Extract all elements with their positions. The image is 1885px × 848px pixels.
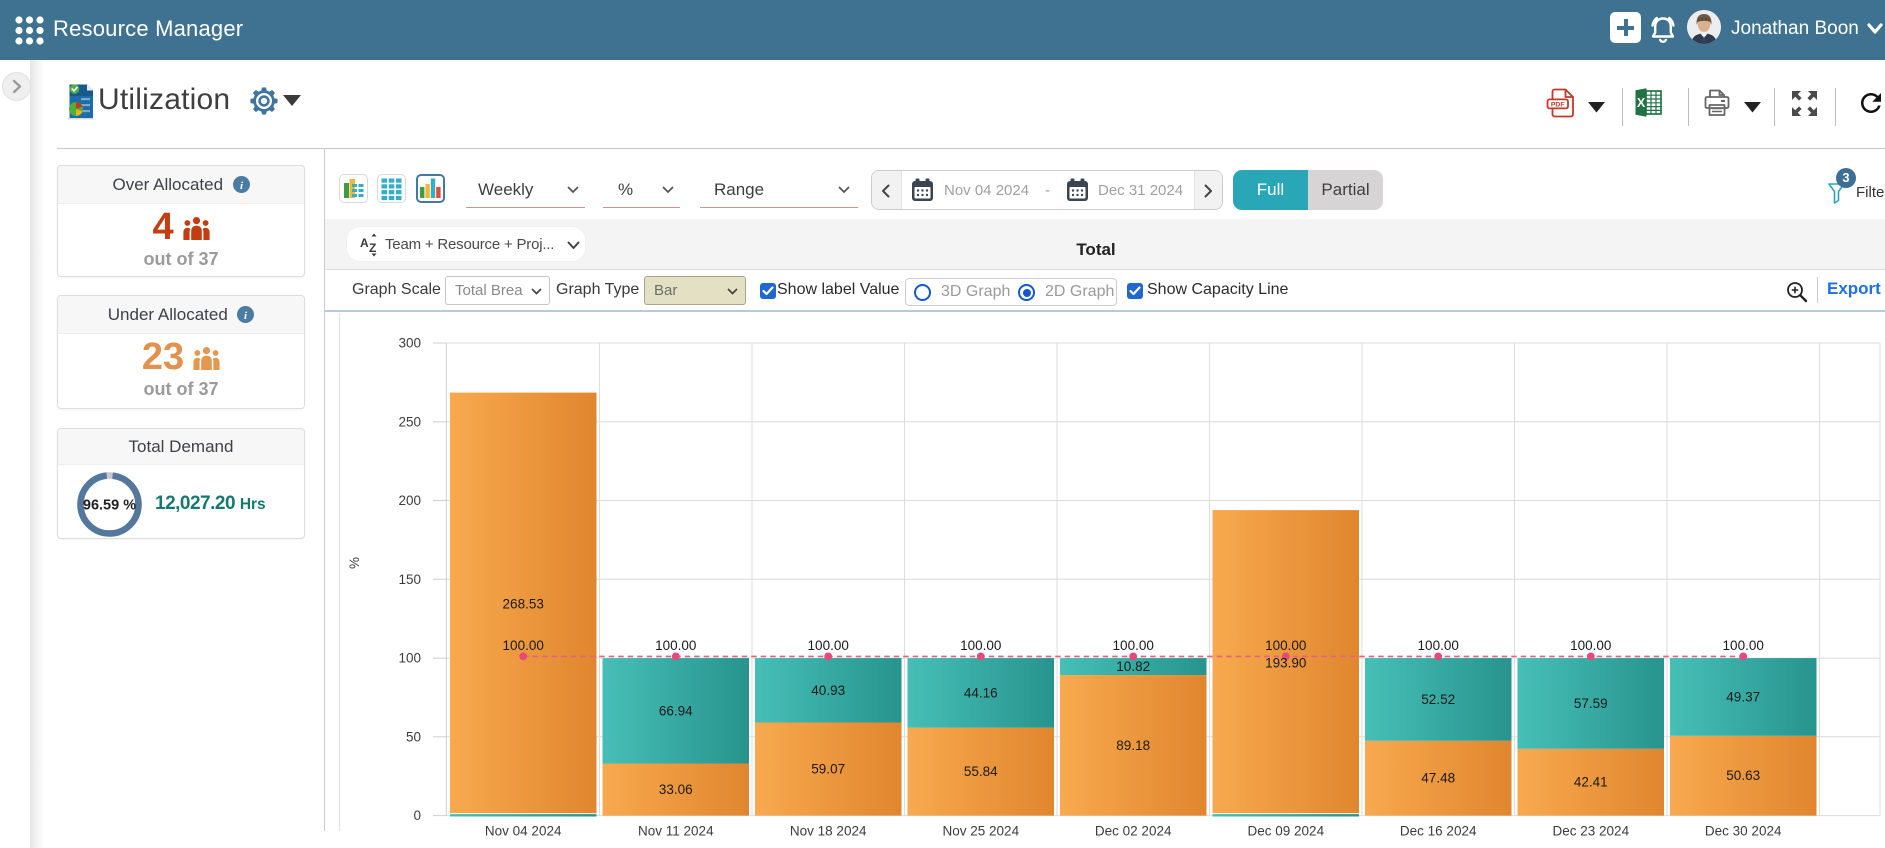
svg-text:100.00: 100.00: [808, 638, 849, 653]
svg-text:100.00: 100.00: [1570, 638, 1611, 653]
svg-text:50.63: 50.63: [1726, 768, 1760, 783]
svg-text:150: 150: [398, 572, 421, 587]
svg-text:52.52: 52.52: [1421, 692, 1455, 707]
svg-text:40.93: 40.93: [811, 683, 845, 698]
svg-text:57.59: 57.59: [1574, 696, 1608, 711]
svg-text:89.18: 89.18: [1116, 738, 1150, 753]
svg-text:Nov 11 2024: Nov 11 2024: [638, 823, 714, 838]
svg-text:100.00: 100.00: [960, 638, 1001, 653]
svg-text:47.48: 47.48: [1421, 771, 1455, 786]
svg-text:200: 200: [398, 493, 421, 508]
svg-text:Dec 16 2024: Dec 16 2024: [1400, 823, 1477, 838]
svg-text:33.06: 33.06: [659, 782, 693, 797]
svg-text:100.00: 100.00: [655, 638, 696, 653]
svg-text:Dec 23 2024: Dec 23 2024: [1553, 823, 1630, 838]
svg-text:250: 250: [398, 414, 421, 429]
svg-text:Nov 25 2024: Nov 25 2024: [943, 823, 1020, 838]
svg-text:100.00: 100.00: [1418, 638, 1459, 653]
svg-text:A: A: [360, 236, 369, 250]
svg-text:100: 100: [398, 651, 421, 666]
svg-text:100.00: 100.00: [1113, 638, 1154, 653]
svg-text:193.90: 193.90: [1265, 655, 1306, 670]
svg-text:Nov 04 2024: Nov 04 2024: [485, 823, 562, 838]
svg-text:100.00: 100.00: [1265, 638, 1306, 653]
svg-text:59.07: 59.07: [811, 762, 845, 777]
svg-text:50: 50: [406, 729, 421, 744]
svg-text:10.82: 10.82: [1116, 659, 1150, 674]
svg-text:0: 0: [413, 808, 421, 823]
svg-text:Z: Z: [369, 241, 376, 255]
svg-text:268.53: 268.53: [503, 597, 544, 612]
svg-text:300: 300: [398, 336, 421, 351]
svg-text:100.00: 100.00: [503, 638, 544, 653]
svg-text:Nov 18 2024: Nov 18 2024: [790, 823, 867, 838]
svg-text:PDF: PDF: [1551, 101, 1565, 108]
svg-text:49.37: 49.37: [1726, 690, 1760, 705]
svg-text:44.16: 44.16: [964, 685, 998, 700]
svg-text:Dec 30 2024: Dec 30 2024: [1705, 823, 1782, 838]
svg-text:66.94: 66.94: [659, 703, 693, 718]
svg-text:100.00: 100.00: [1723, 638, 1764, 653]
svg-text:%: %: [347, 557, 362, 569]
svg-text:96.59 %: 96.59 %: [83, 498, 136, 514]
svg-text:Dec 09 2024: Dec 09 2024: [1248, 823, 1325, 838]
svg-text:42.41: 42.41: [1574, 775, 1608, 790]
svg-text:Dec 02 2024: Dec 02 2024: [1095, 823, 1172, 838]
svg-text:55.84: 55.84: [964, 764, 998, 779]
svg-text:X: X: [1637, 96, 1646, 110]
